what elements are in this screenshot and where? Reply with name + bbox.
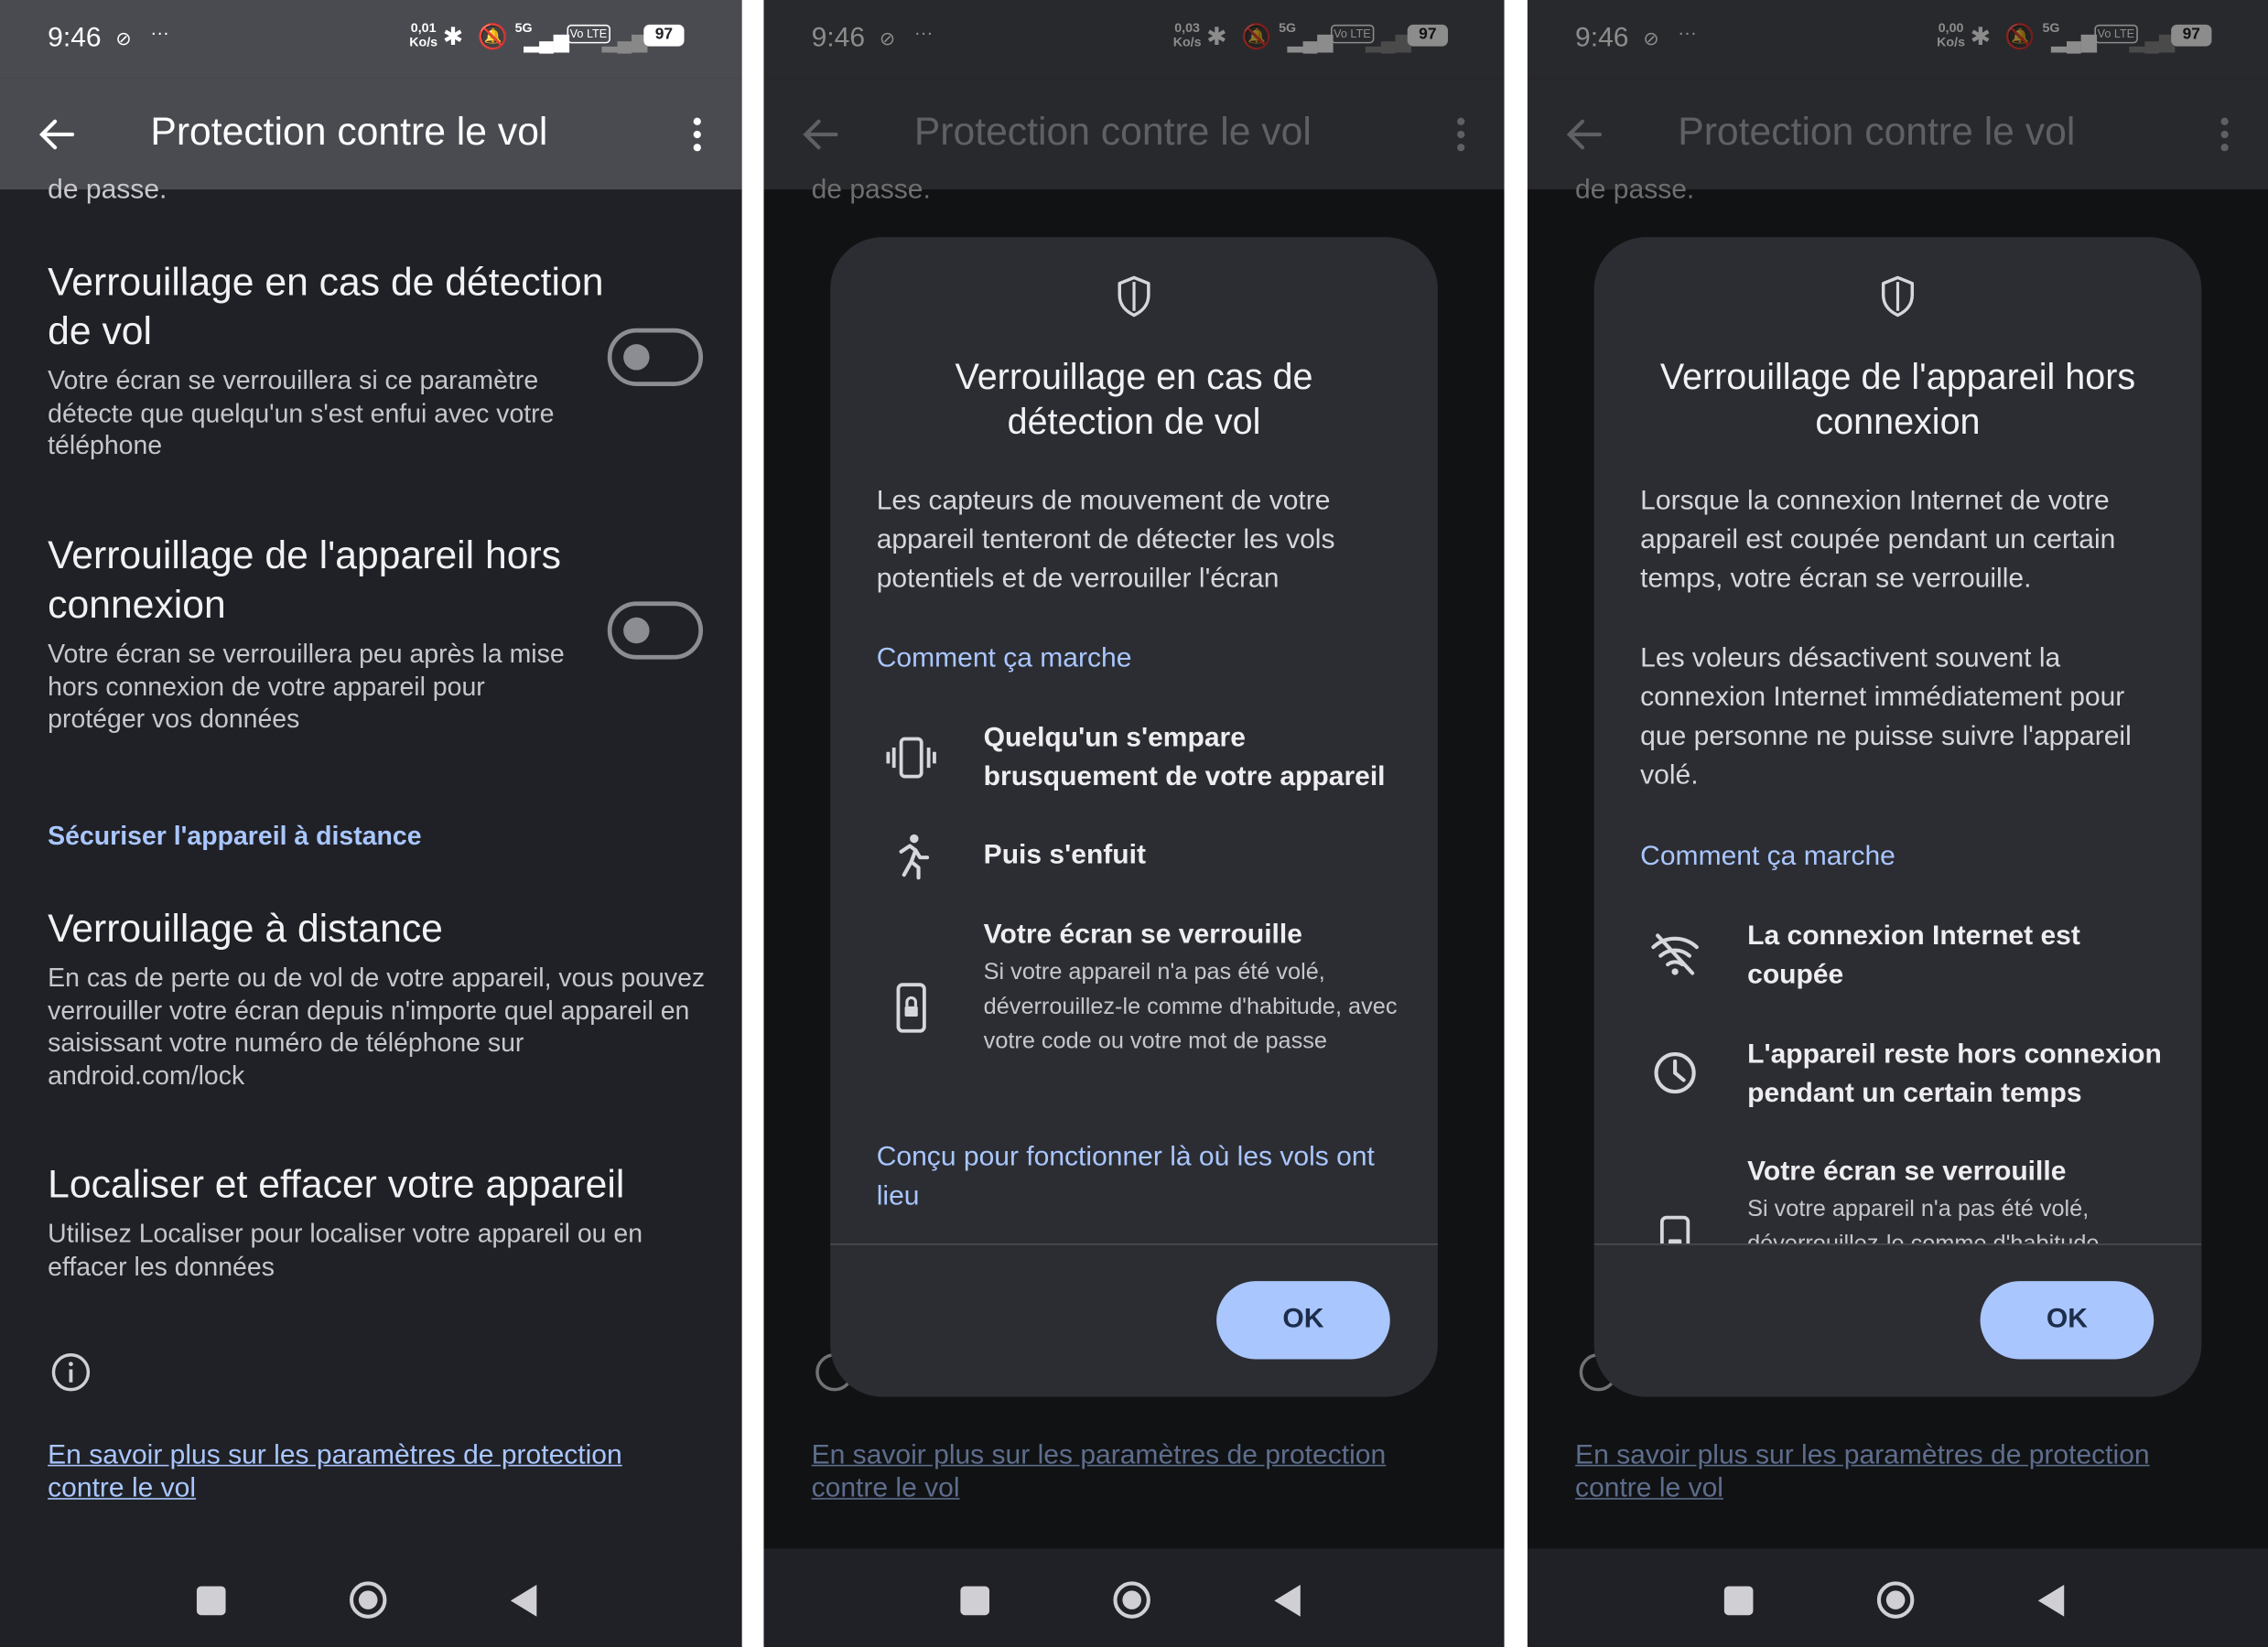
running-person-icon <box>899 834 930 880</box>
battery-level: 97 <box>643 24 685 47</box>
nav-back-button[interactable] <box>1273 1583 1302 1618</box>
status-time: 9:46 <box>48 23 102 54</box>
dialog-title: Verrouillage en cas de détection de vol <box>955 357 1313 443</box>
signal-icon: ▂▄▆ <box>524 28 569 52</box>
learn-more-link[interactable]: En savoir plus sur les paramètres de pro… <box>48 1438 670 1505</box>
theft-lock-description: Votre écran se verrouillera si ce paramè… <box>48 365 555 460</box>
mute-icon: 🔕 <box>477 23 508 51</box>
bluetooth-icon: ✱ <box>442 23 464 51</box>
navigation-bar <box>1527 1548 2268 1647</box>
offline-lock-dialog: Verrouillage de l'appareil hors connexio… <box>1593 237 2202 1397</box>
page-title: Protection contre le vol <box>150 110 548 154</box>
toggle-knob <box>623 617 650 644</box>
navigation-bar <box>0 1548 742 1647</box>
dialog-body: Les capteurs de mouvement de votre appar… <box>876 485 1335 595</box>
shield-icon <box>1881 275 1915 318</box>
step-lock-detail: Si votre appareil n'a pas été volé, déve… <box>1747 1197 2099 1243</box>
status-bar: 9:46 ⊘ ··· 0,01 Ko/s ✱ 🔕 5G ▂▄▆ Vo LTE ▂▄… <box>0 0 742 79</box>
separator <box>1504 0 1527 1647</box>
theft-lock-title: Verrouillage en cas de détection de vol <box>48 260 604 353</box>
dialog-divider <box>1593 1243 2202 1245</box>
nav-back-button[interactable] <box>2036 1583 2066 1618</box>
theft-lock-dialog: Verrouillage en cas de détection de vol … <box>830 237 1438 1397</box>
find-device-description: Utilisez Localiser pour localiser votre … <box>48 1219 643 1281</box>
step-offline: La connexion Internet est coupée <box>1747 920 2080 991</box>
dialog-divider <box>830 1243 1438 1245</box>
designed-for-theft-link[interactable]: Conçu pour fonctionner là où les vols on… <box>877 1138 1398 1216</box>
wifi-off-icon <box>1651 933 1699 975</box>
nav-back-button[interactable] <box>509 1583 538 1618</box>
recents-button[interactable] <box>1723 1586 1754 1616</box>
dialog-body-1: Lorsque la connexion Internet de votre a… <box>1640 485 2116 595</box>
ok-button[interactable]: OK <box>1216 1281 1390 1360</box>
shield-icon <box>1118 275 1150 318</box>
home-button[interactable] <box>1876 1580 1916 1620</box>
network-speed: 0,01 Ko/s <box>409 20 438 49</box>
dialog-body-2: Les voleurs désactivent souvent la conne… <box>1640 643 2132 791</box>
theft-lock-dialog-screen: 9:46 ⊘ ··· 0,03 Ko/s ✱ 🔕 5G ▂▄▆ Vo LTE ▂▄… <box>763 0 1505 1647</box>
remote-lock-title: Verrouillage à distance <box>48 906 443 951</box>
section-header-remote: Sécuriser l'appareil à distance <box>48 821 422 851</box>
phone-lock-icon <box>896 983 926 1033</box>
step-lock: Votre écran se verrouille <box>1747 1157 2067 1188</box>
recents-button[interactable] <box>196 1586 226 1616</box>
phone-vibrate-icon <box>886 737 936 779</box>
settings-list: de passe. Verrouillage en cas de détecti… <box>0 175 742 1548</box>
phone-lock-icon <box>1659 1215 1690 1244</box>
step-lock: Votre écran se verrouille <box>983 920 1302 951</box>
dialog-scroll-content[interactable]: Verrouillage de l'appareil hors connexio… <box>1594 237 2202 1244</box>
ok-button[interactable]: OK <box>1980 1281 2155 1360</box>
settings-screen: 9:46 ⊘ ··· 0,01 Ko/s ✱ 🔕 5G ▂▄▆ Vo LTE ▂▄… <box>0 0 742 1647</box>
dialog-scroll-content[interactable]: Verrouillage en cas de détection de vol … <box>830 237 1438 1243</box>
recents-button[interactable] <box>960 1586 989 1616</box>
back-arrow-icon[interactable] <box>38 115 75 153</box>
find-device-title: Localiser et effacer votre appareil <box>48 1162 625 1206</box>
separator <box>741 0 764 1647</box>
data-saver-icon: ⊘ <box>115 27 132 49</box>
navigation-bar <box>763 1548 1505 1647</box>
step-lock-detail: Si votre appareil n'a pas été volé, déve… <box>983 960 1398 1055</box>
clock-icon <box>1654 1051 1696 1094</box>
home-button[interactable] <box>1112 1580 1151 1620</box>
remote-lock-description: En cas de perte ou de vol de votre appar… <box>48 963 706 1090</box>
step-run: Puis s'enfuit <box>983 840 1146 871</box>
toggle-knob <box>623 344 650 371</box>
dialog-title: Verrouillage de l'appareil hors connexio… <box>1659 357 2136 443</box>
offline-lock-dialog-screen: 9:46 ⊘ ··· 0,00 Ko/s ✱ 🔕 5G ▂▄▆ Vo LTE ▂▄… <box>1527 0 2268 1647</box>
more-notifications-icon: ··· <box>150 21 169 44</box>
how-it-works-link[interactable]: Comment ça marche <box>1640 837 2161 877</box>
how-it-works-link[interactable]: Comment ça marche <box>877 639 1398 678</box>
offline-lock-title: Verrouillage de l'appareil hors connexio… <box>48 533 562 627</box>
more-options-icon[interactable] <box>691 115 703 153</box>
info-icon <box>51 1353 91 1392</box>
offline-lock-toggle[interactable] <box>607 601 704 660</box>
theft-lock-toggle[interactable] <box>607 328 704 386</box>
step-grab: Quelqu'un s'empare brusquement de votre … <box>983 723 1386 793</box>
signal-2-icon: ▂▄▆ <box>601 28 648 52</box>
app-bar: Protection contre le vol <box>0 78 742 190</box>
home-button[interactable] <box>349 1580 388 1620</box>
offline-lock-description: Votre écran se verrouillera peu après la… <box>48 639 565 734</box>
truncated-text: de passe. <box>48 175 167 206</box>
step-stays-offline: L'appareil reste hors connexion pendant … <box>1747 1039 2162 1110</box>
